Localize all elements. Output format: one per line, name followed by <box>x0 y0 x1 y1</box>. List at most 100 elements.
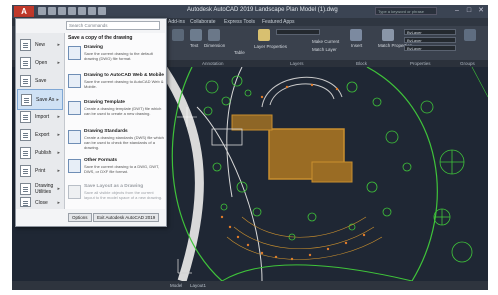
save-as-web-mobile[interactable]: Drawing to AutoCAD Web & Mobile Save the… <box>68 73 164 101</box>
maximize-icon[interactable]: □ <box>464 6 474 16</box>
tab-layout1[interactable]: Layout1 <box>188 282 208 289</box>
property-line <box>471 67 488 98</box>
submenu-title: Save a copy of the drawing <box>68 35 133 41</box>
menu-item-label: Open <box>35 60 48 66</box>
linetype-dropdown[interactable]: ByLayer <box>404 37 456 43</box>
entry-title: Save Layout as a Drawing <box>84 184 144 189</box>
chevron-right-icon: ▸ <box>57 168 60 174</box>
tab-express-tools[interactable]: Express Tools <box>224 18 255 26</box>
text-tool-icon[interactable] <box>190 29 202 41</box>
dwg-file-icon <box>68 46 81 60</box>
entry-description: Save the current drawing to a DWG, DWT, … <box>84 164 160 174</box>
new-document-icon <box>20 39 31 51</box>
menu-item-label: Save As <box>36 97 55 103</box>
tab-add-ins[interactable]: Add-ins <box>168 18 185 26</box>
save-as-template[interactable]: Drawing Template Create a drawing templa… <box>68 100 164 128</box>
dws-file-icon <box>68 130 81 144</box>
menu-item-label: Drawing Utilities <box>35 183 54 195</box>
make-current-label[interactable]: Make Current <box>312 39 339 44</box>
menu-item-label: Close <box>35 200 48 206</box>
save-disk-icon <box>20 75 31 87</box>
dimension-tool-icon[interactable] <box>208 29 220 41</box>
redo-icon[interactable] <box>98 7 106 15</box>
panel-block[interactable]: Block <box>356 60 367 67</box>
insert-block-icon[interactable] <box>350 29 362 41</box>
panel-groups[interactable]: Groups <box>460 60 475 67</box>
window-title: Autodesk AutoCAD 2019 Landscape Plan Mod… <box>187 7 338 13</box>
walkway-path <box>158 67 204 281</box>
match-layer-label[interactable]: Match Layer <box>312 47 337 52</box>
panel-layers[interactable]: Layers <box>290 60 304 67</box>
minimize-icon[interactable]: – <box>452 6 462 16</box>
entry-description: Create a drawing standards (DWS) file wh… <box>84 135 164 150</box>
line-tool-icon[interactable] <box>172 29 184 41</box>
match-properties-icon[interactable] <box>382 29 394 41</box>
boundary-line <box>366 67 438 281</box>
application-menu-footer: Options Exit Autodesk AutoCAD 2019 <box>65 210 165 226</box>
boundary-line <box>221 264 413 281</box>
save-as-other-formats[interactable]: Other Formats Save the current drawing t… <box>68 158 164 186</box>
shrub-cluster <box>203 75 262 217</box>
save-icon[interactable] <box>58 7 66 15</box>
save-as-standards[interactable]: Drawing Standards Create a drawing stand… <box>68 129 164 157</box>
chevron-right-icon: ▸ <box>57 186 60 192</box>
chevron-right-icon: ▸ <box>57 42 60 48</box>
menu-item-label: Export <box>35 132 50 138</box>
close-icon[interactable]: ✕ <box>476 6 486 16</box>
tab-model[interactable]: Model <box>168 282 184 289</box>
application-menu: Search Commands New ▸ Open ▸ Save Save A… <box>15 18 167 227</box>
title-bar: A Autodesk AutoCAD 2019 Landscape Plan M… <box>12 5 488 18</box>
new-file-icon[interactable] <box>38 7 46 15</box>
web-mobile-icon <box>68 74 81 88</box>
publish-icon <box>20 147 31 159</box>
group-icon[interactable] <box>464 29 476 41</box>
menu-search-input[interactable]: Search Commands <box>66 21 160 30</box>
drawing-utilities-icon <box>20 183 31 195</box>
status-bar: Model Layout1 <box>12 281 488 290</box>
entry-description: Save all visible objects from the curren… <box>84 190 163 200</box>
undo-icon[interactable] <box>88 7 96 15</box>
dwt-file-icon <box>68 101 81 115</box>
menu-item-label: Print <box>35 168 46 174</box>
color-dropdown[interactable]: ByLayer <box>404 29 456 35</box>
save-layout-as-drawing[interactable]: Save Layout as a Drawing Save all visibl… <box>68 184 164 212</box>
entry-description: Create a drawing template (DWT) file whi… <box>84 106 162 116</box>
tab-collaborate[interactable]: Collaborate <box>190 18 216 26</box>
tree-symbols <box>420 100 473 263</box>
close-document-icon <box>20 197 31 207</box>
entry-title: Drawing Standards <box>84 129 128 134</box>
import-icon <box>20 111 31 123</box>
insert-label[interactable]: Insert <box>351 43 362 48</box>
contour-lines <box>226 216 383 260</box>
open-file-icon[interactable] <box>48 7 56 15</box>
save-as-drawing[interactable]: Drawing Save the current drawing to the … <box>68 45 164 73</box>
entry-title: Drawing to AutoCAD Web & Mobile <box>84 73 164 78</box>
entry-description: Save the current drawing to AutoCAD Web … <box>84 79 164 89</box>
print-icon[interactable] <box>78 7 86 15</box>
lineweight-dropdown[interactable]: ByLayer <box>404 45 456 51</box>
options-button[interactable]: Options <box>68 213 92 222</box>
other-formats-icon <box>68 159 81 173</box>
menu-item-label: Import <box>35 114 50 120</box>
layer-properties-icon[interactable] <box>258 29 270 41</box>
panel-annotation[interactable]: Annotation <box>202 60 224 67</box>
menu-item-close[interactable]: Close ▸ <box>17 197 63 209</box>
menu-item-label: New <box>35 42 46 48</box>
layer-dropdown[interactable] <box>276 29 320 35</box>
chevron-right-icon: ▸ <box>57 114 60 120</box>
exit-autocad-button[interactable]: Exit Autodesk AutoCAD 2019 <box>93 213 160 222</box>
panel-properties[interactable]: Properties <box>410 60 431 67</box>
application-menu-button[interactable]: A <box>14 6 34 17</box>
help-search-input[interactable]: Type a keyword or phrase <box>375 7 437 15</box>
layout-drawing-icon <box>68 185 81 199</box>
tab-featured-apps[interactable]: Featured Apps <box>262 18 295 26</box>
building-footprint <box>211 114 353 183</box>
printer-icon <box>20 165 31 177</box>
save-as-icon[interactable] <box>68 7 76 15</box>
layer-properties-label[interactable]: Layer Properties <box>254 44 287 49</box>
entry-description: Save the current drawing to the default … <box>84 51 153 61</box>
chevron-right-icon: ▸ <box>57 200 60 206</box>
menu-item-label: Publish <box>35 150 52 156</box>
menu-item-label: Save <box>35 78 47 84</box>
table-label[interactable]: Table <box>234 50 245 55</box>
